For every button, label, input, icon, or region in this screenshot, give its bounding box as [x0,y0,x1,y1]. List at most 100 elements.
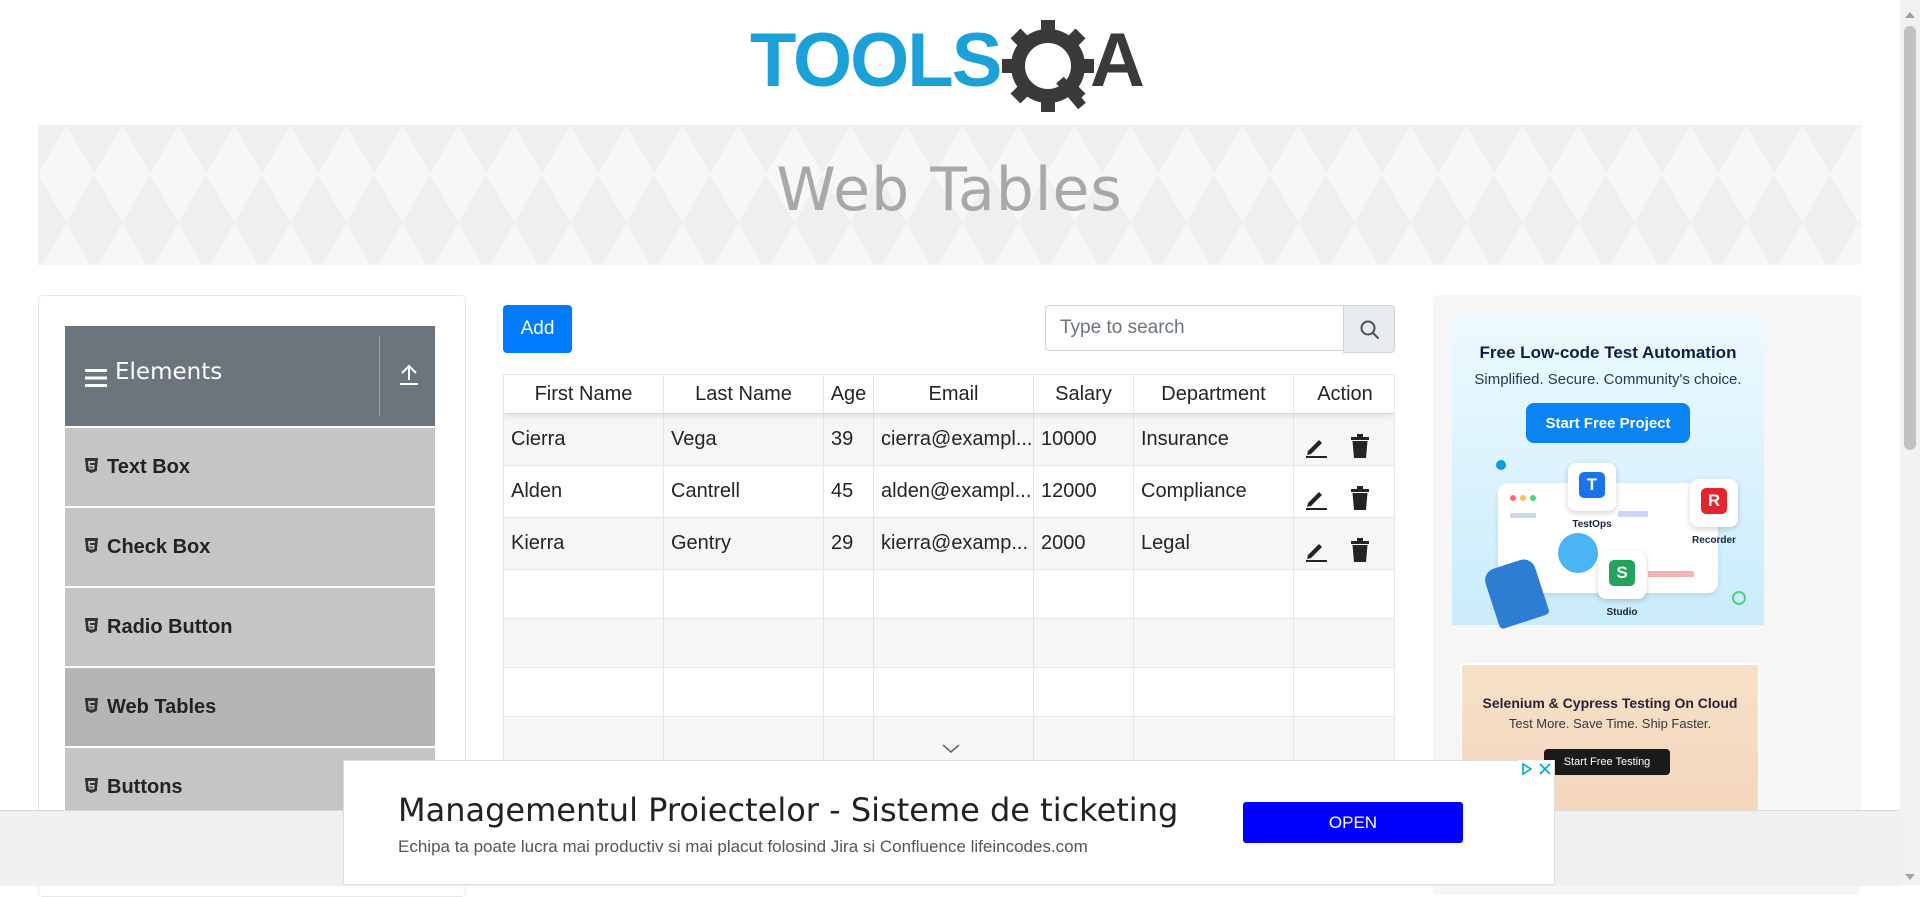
page-scrollbar[interactable] [1900,0,1920,885]
chevron-down-icon[interactable] [942,741,960,759]
search-icon [1360,320,1380,340]
cell-empty [1134,570,1294,618]
cell-empty [824,619,874,667]
column-header-department[interactable]: Department [1134,375,1294,413]
sidebar-item-web-tables[interactable]: Web Tables [65,666,435,746]
cell-empty [824,570,874,618]
table-row: Alden Cantrell 45 alden@exampl... 12000 … [504,465,1394,517]
toolsqa-logo[interactable]: TOOLS A [750,18,1155,114]
column-header-salary[interactable]: Salary [1034,375,1134,413]
ad-title: Selenium & Cypress Testing On Cloud [1482,695,1738,711]
cell-empty [1034,717,1134,763]
ad-headline[interactable]: Managementul Proiectelor - Sisteme de ti… [398,791,1178,829]
edit-pencil-icon[interactable] [1304,427,1328,465]
cell-empty [1134,717,1294,763]
cell-empty [824,717,874,763]
recorder-badge: R Recorder [1690,479,1738,546]
table-row-empty [504,618,1394,667]
web-table: First Name Last Name Age Email Salary De… [503,374,1395,764]
cell-email: alden@exampl... [874,466,1034,517]
column-header-last-name[interactable]: Last Name [664,375,824,413]
trash-icon[interactable] [1349,531,1371,569]
html5-icon [85,698,98,718]
cell-empty [1134,619,1294,667]
open-button[interactable]: OPEN [1243,802,1463,843]
search-input[interactable] [1045,305,1343,351]
testops-badge: T TestOps [1568,463,1616,530]
search-button[interactable] [1343,305,1395,353]
cell-last-name: Cantrell [664,466,824,517]
trash-icon[interactable] [1349,479,1371,517]
cell-empty [504,619,664,667]
cell-empty [664,619,824,667]
cell-last-name: Gentry [664,518,824,569]
cell-department: Legal [1134,518,1294,569]
cell-salary: 2000 [1034,518,1134,569]
table-row: Kierra Gentry 29 kierra@examp... 2000 Le… [504,517,1394,569]
edit-pencil-icon[interactable] [1304,479,1328,517]
hamburger-icon [85,368,107,393]
cell-action [1294,466,1394,517]
logo-text-a: A [1090,18,1145,103]
html5-icon [85,538,98,558]
studio-badge: S Studio [1598,551,1646,618]
table-row: Cierra Vega 39 cierra@exampl... 10000 In… [504,413,1394,465]
column-header-first-name[interactable]: First Name [504,375,664,413]
html5-icon [85,458,98,478]
start-free-project-button[interactable]: Start Free Project [1526,403,1690,443]
trash-icon[interactable] [1349,427,1371,465]
cell-empty [504,668,664,716]
ad-title: Free Low-code Test Automation [1479,343,1737,362]
sidebar-item-radio-button[interactable]: Radio Button [65,586,435,666]
ad-description: Echipa ta poate lucra mai productiv si m… [398,837,1088,856]
sidebar-item-label: Web Tables [107,696,217,718]
decor-dot [1496,460,1506,470]
sidebar-item-text-box[interactable]: Text Box [65,426,435,506]
ad-subtitle: Test More. Save Time. Ship Faster. [1508,716,1712,731]
cell-action [1294,414,1394,465]
cell-department: Compliance [1134,466,1294,517]
cell-empty [664,668,824,716]
cell-empty [1034,668,1134,716]
cell-empty [874,619,1034,667]
cell-empty [1134,668,1294,716]
header-divider [379,336,380,416]
cell-empty [1034,619,1134,667]
upload-arrow-icon[interactable] [399,364,419,391]
cell-empty [874,570,1034,618]
sidebar-item-label: Radio Button [107,616,233,638]
table-row-empty [504,667,1394,716]
sidebar-item-label: Check Box [107,536,211,558]
column-header-email[interactable]: Email [874,375,1034,413]
gear-icon [1002,20,1094,112]
decor-dot [1732,591,1746,605]
edit-pencil-icon[interactable] [1304,531,1328,569]
cell-email: cierra@exampl... [874,414,1034,465]
cell-last-name: Vega [664,414,824,465]
group-title: Elements [115,359,223,385]
bottom-overlay-ad[interactable]: Managementul Proiectelor - Sisteme de ti… [343,760,1555,885]
cell-first-name: Alden [504,466,664,517]
cell-age: 29 [824,518,874,569]
adchoices-icon[interactable] [1518,760,1554,780]
ad-katalon[interactable]: Free Low-code Test Automation Simplified… [1452,313,1764,630]
html5-icon [85,618,98,638]
start-free-testing-button[interactable]: Start Free Testing [1544,749,1670,775]
cell-empty [824,668,874,716]
cell-empty [1034,570,1134,618]
elements-group-header[interactable]: Elements [65,326,435,426]
cell-email: kierra@examp... [874,518,1034,569]
scroll-down-icon[interactable] [1905,868,1915,886]
scrollbar-thumb[interactable] [1904,26,1916,450]
column-header-age[interactable]: Age [824,375,874,413]
scroll-up-icon[interactable] [1905,6,1915,24]
add-button[interactable]: Add [503,305,572,353]
cell-age: 45 [824,466,874,517]
column-header-action[interactable]: Action [1294,375,1394,413]
sidebar-item-check-box[interactable]: Check Box [65,506,435,586]
cell-empty [874,668,1034,716]
page-title: Web Tables [776,155,1123,225]
search-box [1045,305,1395,353]
cell-empty [664,570,824,618]
cell-first-name: Cierra [504,414,664,465]
